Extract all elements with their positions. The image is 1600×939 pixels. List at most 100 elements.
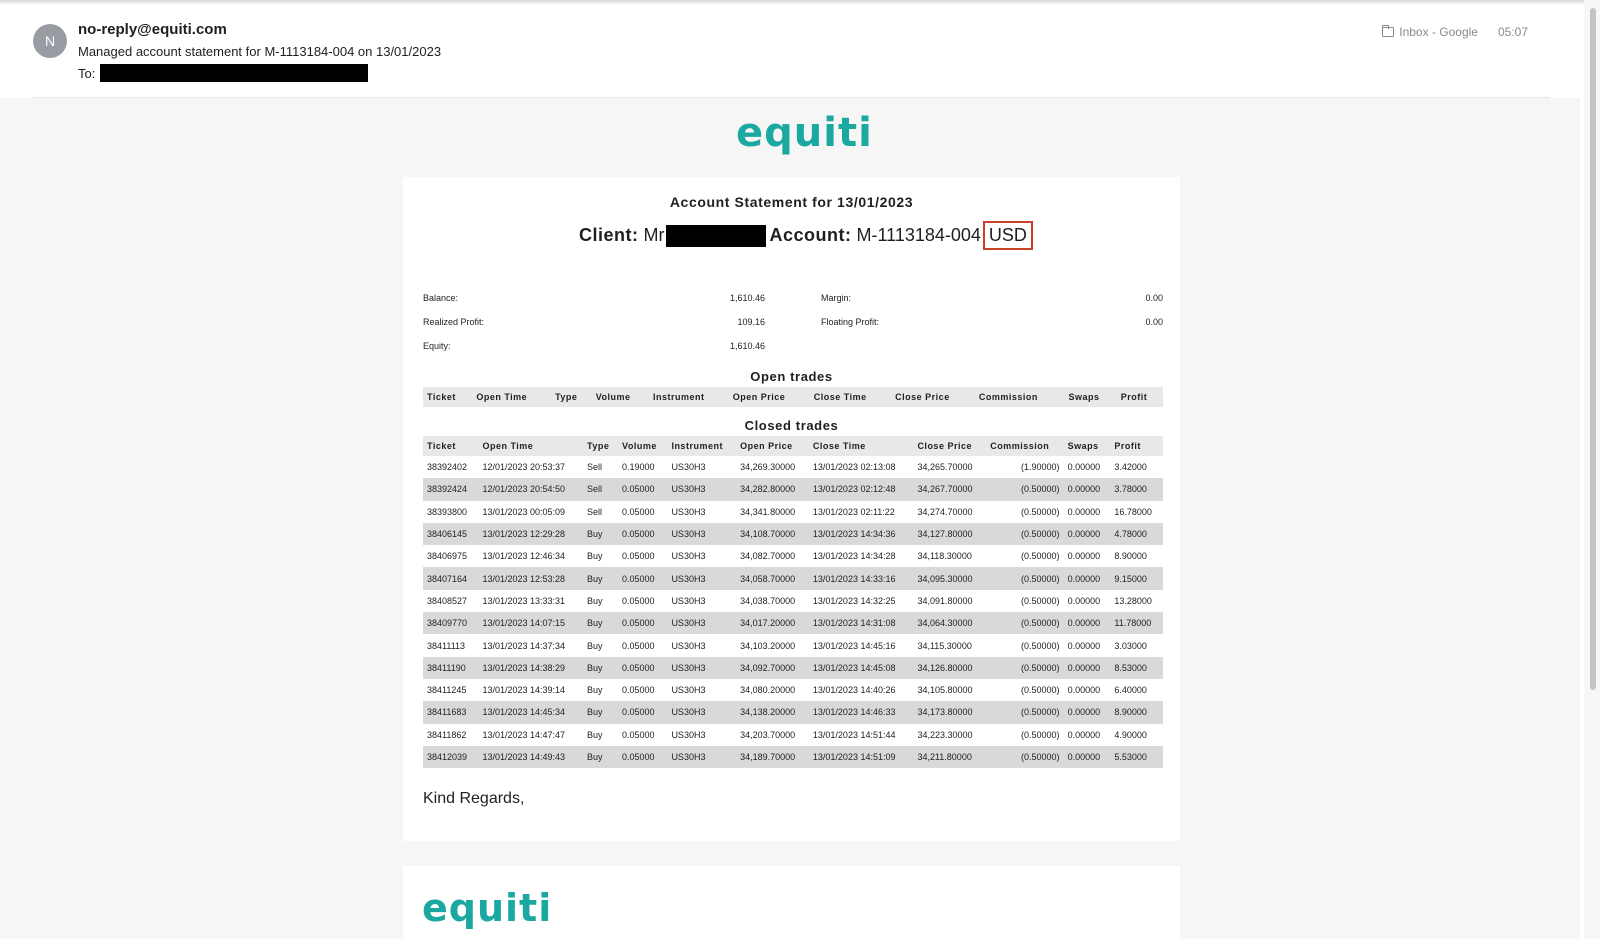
trade-cell: 0.05000 [618, 478, 668, 501]
trade-row: 38411683 13/01/2023 14:45:34 Buy 0.05000 US3… [423, 701, 1163, 724]
statement-title: Account Statement for 13/01/2023 [669, 194, 914, 210]
trade-cell: 0.00000 [1067, 595, 1101, 606]
trade-cell: US30H3 [667, 522, 737, 546]
trade-cell: 34,058.70000 [736, 567, 809, 590]
trade-cell: 34,189.70000 [736, 745, 809, 769]
trade-cell: 38411245 [427, 685, 467, 696]
trade-cell: 13/01/2023 14:34:36 [808, 522, 914, 546]
trade-cell: 13/01/2023 14:38:29 [478, 656, 583, 679]
trade-cell: 0.00000 [1063, 745, 1111, 769]
column-header: Volume [618, 436, 668, 456]
equiti-logo: equiti [736, 110, 873, 156]
trade-cell: 13/01/2023 14:47:47 [482, 729, 566, 740]
trade-cell: 13/01/2023 00:05:09 [482, 506, 566, 517]
trade-cell: 0.05000 [618, 701, 668, 724]
column-header: Swaps [1063, 436, 1111, 456]
trade-cell: (0.50000) [1021, 595, 1060, 606]
trade-cell: 34,115.30000 [917, 640, 972, 651]
trade-cell: 13/01/2023 14:51:09 [808, 745, 914, 769]
trade-cell: 34,108.70000 [736, 522, 809, 546]
trade-cell: 0.00000 [1067, 551, 1101, 562]
trade-cell: US30H3 [667, 612, 737, 635]
mailbox-folder[interactable]: Inbox - Google [1399, 25, 1478, 39]
trade-cell: 13/01/2023 14:40:26 [812, 685, 896, 696]
floating-profit-value: 0.00 [1145, 317, 1163, 327]
trade-cell: 0.05000 [622, 640, 655, 651]
summary-row: Realized Profit: 109.16 Floating Profit:… [423, 317, 1163, 341]
email-header: N no-reply@equiti.com Managed account st… [0, 0, 1580, 97]
trade-cell: US30H3 [671, 685, 706, 696]
trade-cell: 8.53000 [1110, 656, 1163, 679]
trade-cell: 38392402 [427, 462, 468, 473]
email-meta: Inbox - Google 05:07 [1382, 25, 1528, 39]
email-viewer: N no-reply@equiti.com Managed account st… [0, 0, 1600, 939]
trade-row: 38406975 13/01/2023 12:46:34 Buy 0.05000 US3… [423, 545, 1163, 567]
trade-cell: Buy [582, 567, 618, 590]
trade-cell: Sell [586, 462, 602, 473]
trade-cell: 38411113 [427, 640, 466, 651]
trade-cell: 11.78000 [1110, 612, 1163, 635]
trade-cell: US30H3 [671, 729, 706, 740]
trade-cell: 38406145 [423, 522, 479, 546]
trade-cell: 38411683 [423, 701, 479, 724]
trade-row: 38411113 13/01/2023 14:37:34 Buy 0.05000 US3… [423, 634, 1163, 656]
margin-label: Margin: [821, 293, 852, 303]
trade-cell: 13/01/2023 14:45:08 [808, 656, 914, 679]
trade-cell: Buy [586, 640, 603, 651]
trade-row: 38408527 13/01/2023 13:33:31 Buy 0.05000 US3… [423, 590, 1163, 612]
client-label: Client: [579, 225, 639, 245]
trade-cell: 13/01/2023 02:13:08 [812, 462, 896, 473]
trade-cell: (1.90000) [1021, 462, 1060, 473]
trade-cell: 13/01/2023 14:32:25 [812, 595, 896, 606]
trade-cell: (0.50000) [1021, 551, 1060, 562]
column-header: Open Price [728, 387, 810, 407]
trade-cell: 8.90000 [1110, 701, 1163, 724]
trade-cell: 13/01/2023 14:45:34 [478, 701, 583, 724]
trade-cell: Buy [582, 522, 618, 546]
trade-cell: (0.50000) [1021, 506, 1060, 517]
column-header: Type [582, 436, 618, 456]
currency-highlight: USD [982, 221, 1033, 250]
trade-cell: (0.50000) [986, 656, 1064, 679]
trade-cell: 34,267.70000 [913, 478, 987, 501]
trade-cell: 34,126.80000 [913, 656, 987, 679]
trade-cell: US30H3 [671, 551, 706, 562]
open-trades-title: Open trades [750, 369, 833, 384]
trade-cell: Buy [582, 745, 618, 769]
account-number: M-1113184-004 [856, 225, 981, 245]
trade-cell: 34,223.30000 [917, 729, 973, 740]
trade-cell: 13/01/2023 14:37:34 [482, 640, 566, 651]
equity-label: Equity: [423, 341, 451, 351]
trade-cell: 0.00000 [1063, 612, 1111, 635]
scrollbar-thumb[interactable] [1590, 8, 1596, 690]
trade-cell: 12/01/2023 20:54:50 [478, 478, 583, 501]
trade-cell: 3.78000 [1110, 478, 1163, 501]
trade-cell: (0.50000) [1021, 685, 1060, 696]
trade-cell: 5.53000 [1110, 745, 1163, 769]
trade-cell: 13/01/2023 13:33:31 [482, 595, 566, 606]
trade-row: 38411245 13/01/2023 14:39:14 Buy 0.05000 US3… [423, 679, 1163, 701]
trade-cell: 0.05000 [622, 729, 655, 740]
trade-cell: 38412039 [423, 745, 479, 769]
trade-cell: US30H3 [667, 745, 737, 769]
realized-profit-label: Realized Profit: [423, 317, 485, 327]
trade-cell: 0.05000 [618, 656, 668, 679]
trade-cell: 0.05000 [618, 567, 668, 590]
trade-cell: 13/01/2023 14:51:44 [812, 729, 896, 740]
sender-address[interactable]: no-reply@equiti.com [78, 21, 227, 38]
column-header: Close Time [809, 387, 892, 407]
column-header: Swaps [1064, 387, 1117, 407]
redacted-client-name [665, 224, 766, 247]
column-header: Open Time [472, 387, 552, 407]
column-header: Open Price [736, 436, 809, 456]
trade-cell: US30H3 [671, 640, 706, 651]
trade-cell: US30H3 [671, 595, 706, 606]
trade-cell: 0.05000 [618, 522, 668, 546]
folder-icon [1382, 25, 1395, 37]
trade-row: 38392424 12/01/2023 20:54:50 Sell 0.05000 US… [423, 478, 1163, 501]
trade-row: 38412039 13/01/2023 14:49:43 Buy 0.05000 US3… [423, 745, 1163, 769]
column-header: Instrument [667, 436, 737, 456]
trade-row: 38409770 13/01/2023 14:07:15 Buy 0.05000 US3… [423, 612, 1163, 635]
trade-cell: 34,282.80000 [736, 478, 809, 501]
trade-cell: 34,138.20000 [736, 701, 809, 724]
